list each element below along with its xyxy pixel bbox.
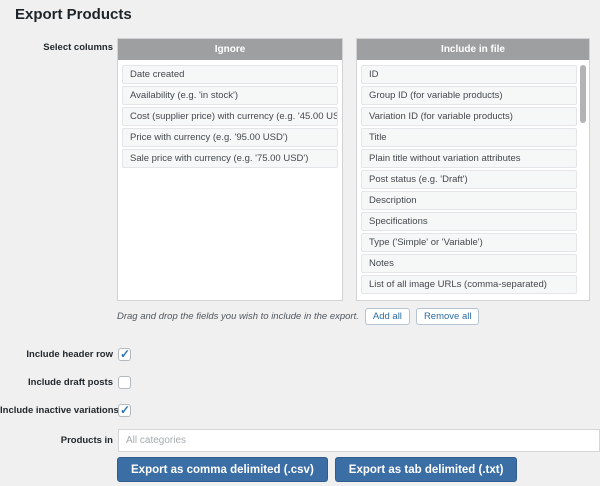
include-list[interactable]: ID Group ID (for variable products) Variat… xyxy=(357,60,589,300)
export-txt-button[interactable]: Export as tab delimited (.txt) xyxy=(335,457,518,482)
include-column-item[interactable]: Group ID (for variable products) xyxy=(361,86,577,105)
export-options: Include header row Include draft posts Inc… xyxy=(0,344,600,428)
hint-row: Drag and drop the fields you wish to inc… xyxy=(117,306,479,326)
export-csv-button[interactable]: Export as comma delimited (.csv) xyxy=(117,457,328,482)
ignore-column-item[interactable]: Price with currency (e.g. '95.00 USD') xyxy=(122,128,338,147)
include-listbox: Include in file ID Group ID (for variable… xyxy=(356,38,590,301)
option-label: Include inactive variations xyxy=(0,405,113,416)
ignore-listbox: Ignore Date created Availability (e.g. 'i… xyxy=(117,38,343,301)
include-column-item[interactable]: Notes xyxy=(361,254,577,273)
include-column-item[interactable]: Description xyxy=(361,191,577,210)
option-label: Include header row xyxy=(0,349,113,360)
drag-drop-hint: Drag and drop the fields you wish to inc… xyxy=(117,311,359,322)
include-column-item[interactable]: Title xyxy=(361,128,577,147)
add-all-button[interactable]: Add all xyxy=(365,308,410,325)
include-column-item[interactable]: Post status (e.g. 'Draft') xyxy=(361,170,577,189)
option-checkbox[interactable] xyxy=(118,404,131,417)
include-column-item[interactable]: Plain title without variation attributes xyxy=(361,149,577,168)
ignore-column-item[interactable]: Date created xyxy=(122,65,338,84)
select-columns-label: Select columns xyxy=(0,42,113,53)
option-label: Include draft posts xyxy=(0,377,113,388)
ignore-column-item[interactable]: Availability (e.g. 'in stock') xyxy=(122,86,338,105)
include-column-item[interactable]: Type ('Simple' or 'Variable') xyxy=(361,233,577,252)
include-list-scrollbar[interactable] xyxy=(580,65,586,123)
include-column-item[interactable]: ID xyxy=(361,65,577,84)
option-row: Include header row xyxy=(0,344,600,364)
ignore-column-item[interactable]: Sale price with currency (e.g. '75.00 US… xyxy=(122,149,338,168)
option-checkbox[interactable] xyxy=(118,376,131,389)
export-buttons-row: Export as comma delimited (.csv) Export … xyxy=(117,457,524,482)
ignore-column-item[interactable]: Cost (supplier price) with currency (e.g… xyxy=(122,107,338,126)
products-in-row: Products in xyxy=(0,429,600,452)
option-row: Include inactive variations xyxy=(0,400,600,420)
page-title: Export Products xyxy=(15,6,132,23)
include-list-header: Include in file xyxy=(357,39,589,60)
remove-all-button[interactable]: Remove all xyxy=(416,308,480,325)
include-column-item[interactable]: Specifications xyxy=(361,212,577,231)
include-column-item[interactable]: List of all image URLs (comma-separated) xyxy=(361,275,577,294)
products-in-input[interactable] xyxy=(118,429,600,452)
option-row: Include draft posts xyxy=(0,372,600,392)
ignore-list-header: Ignore xyxy=(118,39,342,60)
ignore-list[interactable]: Date created Availability (e.g. 'in stock… xyxy=(118,60,342,300)
include-column-item[interactable]: Variation ID (for variable products) xyxy=(361,107,577,126)
option-checkbox[interactable] xyxy=(118,348,131,361)
products-in-label: Products in xyxy=(0,435,113,446)
